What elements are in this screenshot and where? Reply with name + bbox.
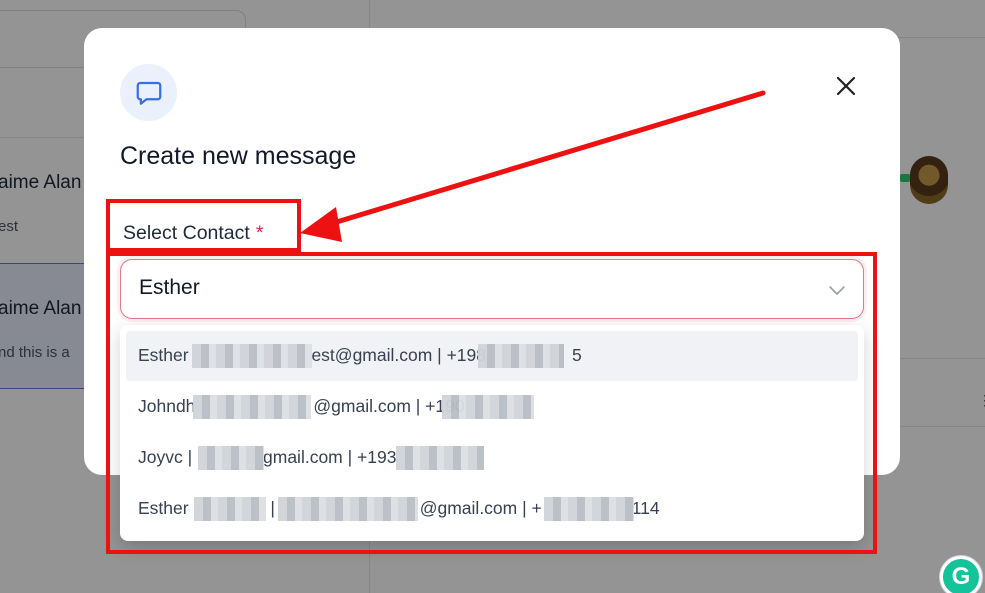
grammarly-icon[interactable]: G xyxy=(940,556,982,593)
annotation-arrow-icon xyxy=(300,90,766,242)
